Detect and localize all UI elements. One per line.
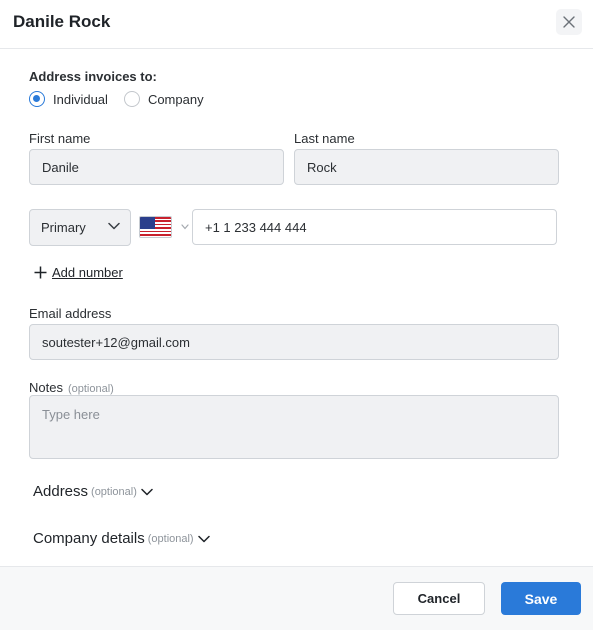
dialog-title: Danile Rock bbox=[13, 12, 111, 31]
company-radio[interactable] bbox=[123, 91, 140, 107]
cancel-button[interactable]: Cancel bbox=[393, 582, 485, 615]
address-invoices-radio-group: Individual Company bbox=[29, 91, 204, 107]
notes-label-row: Notes (optional) bbox=[29, 380, 114, 395]
chevron-down-icon bbox=[141, 488, 153, 495]
address-invoices-label: Address invoices to: bbox=[29, 69, 157, 84]
company-details-label: Company details bbox=[33, 530, 145, 547]
country-code-select[interactable] bbox=[139, 216, 189, 238]
first-name-label: First name bbox=[29, 131, 91, 146]
save-button[interactable]: Save bbox=[501, 582, 581, 615]
address-section-label: Address bbox=[33, 483, 89, 500]
notes-placeholder: Type here bbox=[42, 407, 100, 422]
phone-type-value: Primary bbox=[41, 220, 86, 235]
us-flag-icon bbox=[139, 216, 172, 238]
first-name-input[interactable]: Danile bbox=[29, 149, 284, 185]
address-section-toggle[interactable]: Address (optional) bbox=[33, 483, 153, 500]
chevron-down-icon bbox=[197, 535, 210, 542]
company-optional-hint: (optional) bbox=[147, 532, 194, 545]
phone-number-input[interactable]: +1 1 233 444 444 bbox=[192, 209, 557, 245]
chevron-down-icon bbox=[108, 222, 120, 230]
company-radio-label[interactable]: Company bbox=[148, 92, 204, 107]
address-optional-hint: (optional) bbox=[91, 485, 137, 498]
email-label: Email address bbox=[29, 306, 112, 321]
last-name-input[interactable]: Rock bbox=[294, 149, 559, 185]
close-button[interactable] bbox=[556, 9, 582, 35]
add-number-button[interactable]: Add number bbox=[34, 265, 123, 280]
last-name-label: Last name bbox=[294, 131, 355, 146]
notes-textarea[interactable]: Type here bbox=[29, 395, 559, 459]
individual-radio-label[interactable]: Individual bbox=[53, 92, 108, 107]
notes-optional-hint: (optional) bbox=[67, 383, 114, 395]
add-number-label: Add number bbox=[52, 265, 123, 280]
email-input[interactable]: soutester+12@gmail.com bbox=[29, 324, 559, 360]
chevron-down-icon bbox=[181, 224, 189, 230]
plus-icon bbox=[34, 266, 47, 279]
individual-radio[interactable] bbox=[29, 91, 45, 107]
dialog-header: Danile Rock bbox=[0, 0, 593, 49]
close-icon bbox=[563, 16, 575, 28]
phone-type-select[interactable]: Primary bbox=[29, 209, 131, 246]
company-details-toggle[interactable]: Company details (optional) bbox=[33, 530, 210, 547]
notes-label: Notes bbox=[29, 380, 63, 395]
